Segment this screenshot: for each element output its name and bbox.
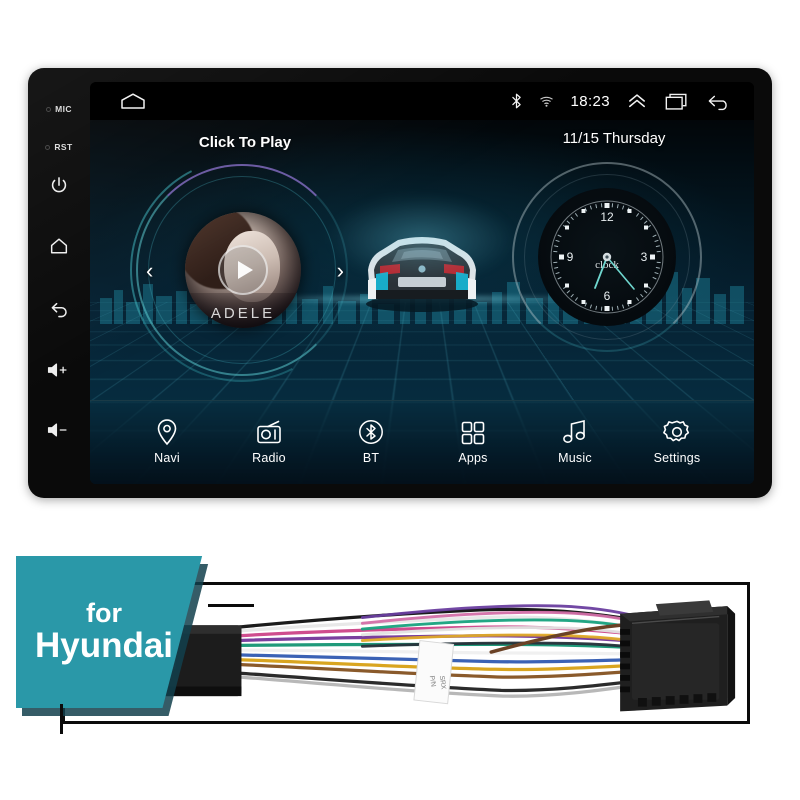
right-iso-connector	[620, 600, 736, 712]
svg-text:12: 12	[600, 210, 614, 224]
device-left-bezel: MIC RST	[28, 68, 90, 498]
volume-up-button[interactable]	[37, 348, 81, 392]
mic-indicator: MIC	[46, 98, 72, 120]
statusbar-right-group: 18:23	[510, 92, 754, 111]
back-button[interactable]	[37, 286, 81, 330]
home-button[interactable]	[37, 224, 81, 268]
reset-indicator[interactable]: RST	[45, 136, 72, 158]
signal-icon	[539, 95, 554, 108]
play-button[interactable]	[218, 245, 268, 295]
car-graphic	[327, 194, 517, 320]
apps-grid-icon	[460, 416, 486, 446]
dock-item-apps[interactable]: Apps	[431, 416, 515, 465]
bluetooth-icon	[510, 92, 523, 110]
power-button[interactable]	[37, 164, 81, 208]
for-hyundai-banner: for Hyundai	[16, 556, 254, 734]
screenshot-root: MIC RST 18:23 Click To Play ADELE ‹ › 11…	[0, 0, 800, 800]
analog-clock-face: 12 3 6 9 clock	[538, 188, 676, 326]
status-bar: 18:23	[90, 82, 754, 120]
play-icon	[238, 261, 253, 279]
dock-item-navi[interactable]: Navi	[125, 416, 209, 465]
clock-widget[interactable]: 11/15 Thursday 12 3 6 9 clock	[504, 130, 724, 356]
location-pin-icon	[155, 416, 179, 446]
album-artist-label: ADELE	[210, 305, 276, 322]
reset-label: RST	[54, 142, 73, 152]
svg-text:9: 9	[567, 250, 574, 264]
music-widget-title: Click To Play	[198, 134, 292, 151]
statusbar-home-icon[interactable]	[118, 91, 148, 111]
banner-connector-right	[208, 604, 254, 607]
dock-item-settings[interactable]: Settings	[635, 416, 719, 465]
gear-icon	[663, 416, 691, 446]
dock-item-music[interactable]: Music	[533, 416, 617, 465]
mic-label: MIC	[55, 104, 72, 114]
dock-item-radio[interactable]: Radio	[227, 416, 311, 465]
banner-for-text: for	[86, 597, 122, 628]
svg-text:6: 6	[604, 289, 611, 303]
home-wallpaper: Click To Play ADELE ‹ › 11/15 Thursday 1…	[90, 120, 754, 484]
dock-item-bt[interactable]: BT	[329, 416, 413, 465]
dock-item-label: Radio	[252, 451, 286, 465]
banner-connector-bottom	[60, 704, 63, 734]
banner-brand-text: Hyundai	[34, 625, 174, 665]
statusbar-back-icon[interactable]	[706, 92, 732, 111]
music-widget[interactable]: Click To Play ADELE ‹ ›	[100, 128, 384, 412]
dock-item-label: Apps	[458, 451, 488, 465]
chevron-up-icon[interactable]	[626, 92, 648, 110]
svg-text:3: 3	[641, 250, 648, 264]
bluetooth-icon	[357, 416, 385, 446]
dock-item-label: Navi	[154, 451, 180, 465]
volume-down-button[interactable]	[37, 408, 81, 452]
music-note-icon	[562, 416, 588, 446]
dock-bar: Navi Radio BT Apps Music Settings	[90, 400, 754, 484]
radio-icon	[255, 416, 283, 446]
recents-icon[interactable]	[664, 92, 690, 111]
cable-label-tag: P/N SRX	[413, 640, 455, 705]
statusbar-clock: 18:23	[570, 92, 610, 110]
head-unit-screen[interactable]: 18:23 Click To Play ADELE ‹ › 11/15 Thur…	[90, 82, 754, 484]
dock-item-label: BT	[362, 451, 380, 465]
reset-hole-icon[interactable]	[45, 144, 51, 150]
dock-item-label: Music	[558, 451, 592, 465]
mic-hole-icon	[46, 106, 52, 112]
dock-item-label: Settings	[653, 451, 701, 465]
previous-track-button[interactable]: ‹	[146, 260, 153, 282]
clock-widget-date: 11/15 Thursday	[562, 130, 666, 147]
car-stereo-device: MIC RST 18:23 Click To Play ADELE ‹ › 11…	[28, 68, 772, 498]
car-headlight-glow	[327, 194, 517, 284]
